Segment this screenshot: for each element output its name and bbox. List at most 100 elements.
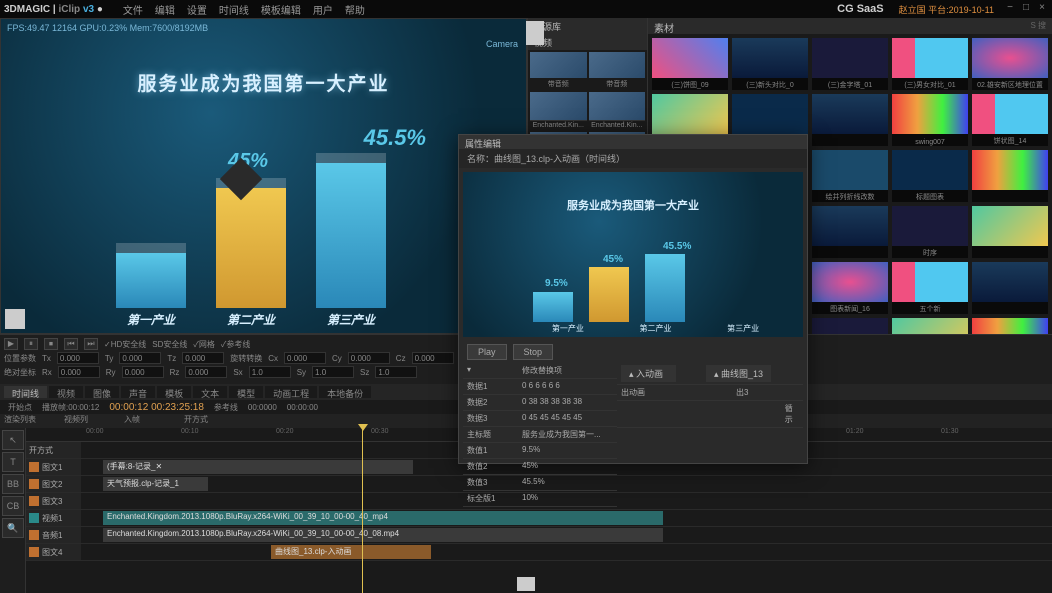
asset-thumb-9[interactable]: 饼状图_14: [972, 94, 1048, 146]
reslib-thumb-2[interactable]: Enchanted.Kin...: [530, 92, 587, 130]
reslib-thumb-3[interactable]: Enchanted.Kin...: [589, 92, 646, 130]
asset-search[interactable]: S 搜: [1030, 20, 1046, 32]
nav-gizmo[interactable]: [206, 144, 276, 214]
asset-thumb-14[interactable]: [972, 150, 1048, 202]
ry-input[interactable]: [122, 366, 164, 378]
sy-input[interactable]: [312, 366, 354, 378]
asset-thumb-27[interactable]: [812, 318, 888, 334]
asset-thumb-4[interactable]: 02.雄安新区地理位置: [972, 38, 1048, 90]
tl-ref[interactable]: 参考线: [214, 402, 238, 413]
clip-3-0[interactable]: Enchanted.Kingdom.2013.1080p.BluRay.x264…: [103, 511, 663, 525]
asset-thumb-23[interactable]: 五个新: [892, 262, 968, 314]
tl-tab-6[interactable]: 模型: [229, 386, 263, 398]
maximize-button[interactable]: □: [1020, 3, 1032, 15]
bb-tool[interactable]: BB: [2, 474, 24, 494]
viewport-corner-icon[interactable]: [5, 309, 25, 329]
menu-template[interactable]: 模板编辑: [261, 2, 301, 17]
asset-thumb-19[interactable]: [972, 206, 1048, 258]
menu-help[interactable]: 帮助: [345, 2, 365, 17]
prop-row-1[interactable]: 数据20 38 38 38 38 38: [463, 395, 617, 411]
reslib-thumb-0[interactable]: 带音频: [530, 52, 587, 90]
property-editor[interactable]: 属性编辑 名称：曲线图_13.clp-入动画（时间线） 服务业成为我国第一大产业…: [458, 134, 808, 464]
menu-file[interactable]: 文件: [123, 2, 143, 17]
clip-1-0[interactable]: 天气预报.clp-记录_1: [103, 477, 208, 491]
prop-out3[interactable]: 出3: [736, 387, 748, 398]
prop-row-3[interactable]: 主标题服务业成为我国第一...: [463, 427, 617, 443]
prop-out[interactable]: 出动画: [621, 387, 676, 398]
ty-input[interactable]: [119, 352, 161, 364]
asset-thumb-29[interactable]: [972, 318, 1048, 334]
track-open[interactable]: 开方式: [29, 445, 53, 456]
hd-safe-check[interactable]: ✓HD安全线: [104, 339, 146, 350]
asset-thumb-0[interactable]: (三)饼图_09: [652, 38, 728, 90]
cz-input[interactable]: [412, 352, 454, 364]
menu-edit[interactable]: 编辑: [155, 2, 175, 17]
track-4[interactable]: 音频1Enchanted.Kingdom.2013.1080p.BluRay.x…: [26, 527, 1052, 544]
sz-input[interactable]: [375, 366, 417, 378]
search-tool[interactable]: 🔍: [2, 518, 24, 538]
rz-input[interactable]: [185, 366, 227, 378]
menu-settings[interactable]: 设置: [187, 2, 207, 17]
menu-timeline[interactable]: 时间线: [219, 2, 249, 17]
playhead[interactable]: [362, 428, 363, 593]
sx-input[interactable]: [249, 366, 291, 378]
tx-input[interactable]: [57, 352, 99, 364]
asset-thumb-2[interactable]: (三)金字塔_01: [812, 38, 888, 90]
tl-tab-4[interactable]: 模板: [157, 386, 191, 398]
tz-input[interactable]: [182, 352, 224, 364]
grid-check[interactable]: ✓网格: [193, 339, 214, 350]
cx-input[interactable]: [284, 352, 326, 364]
tl-tab-2[interactable]: 图像: [85, 386, 119, 398]
asset-thumb-22[interactable]: 图表新闻_16: [812, 262, 888, 314]
bottom-handle-icon[interactable]: [517, 577, 535, 591]
prop-row-0[interactable]: 数据10 6 6 6 6 6: [463, 379, 617, 395]
tl-start[interactable]: 开始点: [8, 402, 32, 413]
ref-check[interactable]: ✓参考线: [221, 339, 250, 350]
minimize-button[interactable]: −: [1004, 3, 1016, 15]
play-icon[interactable]: ▶: [4, 338, 18, 350]
tl-tab-5[interactable]: 文本: [193, 386, 227, 398]
asset-thumb-7[interactable]: [812, 94, 888, 146]
play-button[interactable]: Play: [467, 344, 507, 360]
select-tool[interactable]: ↖: [2, 430, 24, 450]
track-5[interactable]: 图文4曲线图_13.clp-入动画: [26, 544, 1052, 561]
prop-row-7[interactable]: 标全版110%: [463, 491, 617, 507]
viewport[interactable]: 服务业成为我国第一大产业 第一产业 45%第二产业 45.5%第三产业 FPS:…: [0, 18, 527, 334]
asset-thumb-3[interactable]: (三)男女对比_01: [892, 38, 968, 90]
rx-input[interactable]: [58, 366, 100, 378]
tl-tab-1[interactable]: 视频: [49, 386, 83, 398]
asset-thumb-18[interactable]: 时序: [892, 206, 968, 258]
reslib-thumb-1[interactable]: 带音频: [589, 52, 646, 90]
cy-input[interactable]: [348, 352, 390, 364]
asset-thumb-13[interactable]: 标题图表: [892, 150, 968, 202]
asset-thumb-8[interactable]: swing007: [892, 94, 968, 146]
reslib-tab[interactable]: 视频: [528, 34, 647, 50]
asset-thumb-24[interactable]: [972, 262, 1048, 314]
asset-thumb-28[interactable]: [892, 318, 968, 334]
prop-row-5[interactable]: 数值245%: [463, 459, 617, 475]
clip-5-0[interactable]: 曲线图_13.clp-入动画: [271, 545, 431, 559]
prop-row-6[interactable]: 数值345.5%: [463, 475, 617, 491]
prop-show[interactable]: 循示: [785, 403, 799, 425]
asset-thumb-1[interactable]: (三)新头对比_0: [732, 38, 808, 90]
stop-icon[interactable]: ⏹: [44, 338, 58, 350]
sd-safe-check[interactable]: SD安全线: [152, 339, 187, 350]
text-tool[interactable]: T: [2, 452, 24, 472]
tl-tab-3[interactable]: 声音: [121, 386, 155, 398]
tl-tab-7[interactable]: 动画工程: [265, 386, 317, 398]
menu-user[interactable]: 用户: [313, 2, 333, 17]
close-button[interactable]: ×: [1036, 3, 1048, 15]
asset-thumb-17[interactable]: [812, 206, 888, 258]
tab-in-anim[interactable]: ▴ 入动画: [621, 365, 676, 382]
tab-curve[interactable]: ▴ 曲线图_13: [706, 365, 771, 382]
clip-4-0[interactable]: Enchanted.Kingdom.2013.1080p.BluRay.x264…: [103, 528, 663, 542]
viewport-handle-icon[interactable]: [526, 21, 544, 45]
pause-icon[interactable]: ⏸: [24, 338, 38, 350]
track-3[interactable]: 视频1Enchanted.Kingdom.2013.1080p.BluRay.x…: [26, 510, 1052, 527]
tl-tab-8[interactable]: 本地备份: [319, 386, 371, 398]
stop-button[interactable]: Stop: [513, 344, 554, 360]
prop-row-4[interactable]: 数值19.5%: [463, 443, 617, 459]
tl-tab-0[interactable]: 时间线: [4, 386, 47, 398]
prev-icon[interactable]: ⏮: [64, 338, 78, 350]
clip-0-0[interactable]: (手幕:8-记录_✕: [103, 460, 413, 474]
